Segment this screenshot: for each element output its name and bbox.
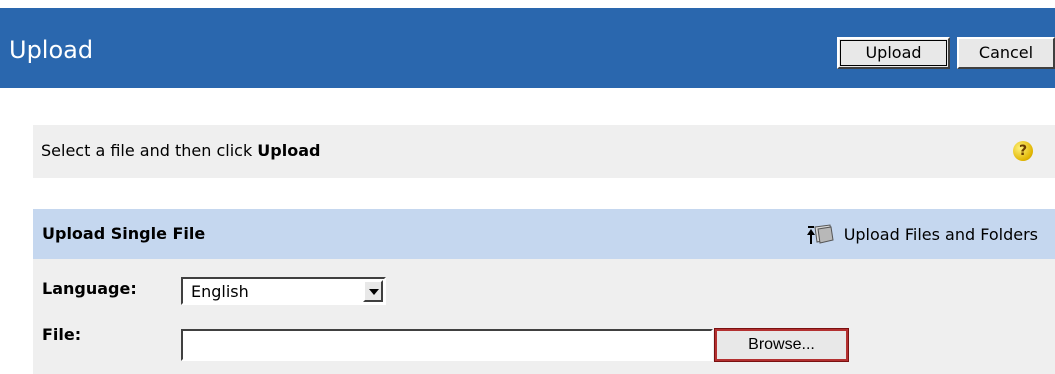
upload-button[interactable]: Upload (837, 37, 950, 69)
upload-folder-icon (806, 223, 834, 245)
instruction-text-bold: Upload (257, 141, 321, 160)
browse-button[interactable]: Browse... (714, 328, 849, 362)
chevron-down-icon[interactable] (363, 280, 383, 302)
language-select[interactable]: English (181, 277, 386, 305)
upload-files-and-folders-label: Upload Files and Folders (843, 224, 1038, 244)
cancel-button[interactable]: Cancel (957, 37, 1055, 69)
file-path-input[interactable] (181, 329, 713, 361)
instruction-text: Select a file and then click Upload (41, 141, 320, 160)
help-icon[interactable]: ? (1013, 141, 1033, 161)
upload-files-and-folders-link[interactable]: Upload Files and Folders (806, 222, 1038, 246)
panel-title: Upload Single File (42, 224, 206, 243)
panel-header: Upload Single File Upload Files and Fold… (33, 209, 1055, 259)
upload-form: Language: English File: Browse... (33, 259, 1055, 374)
instruction-text-plain: Select a file and then click (41, 141, 258, 160)
language-select-value: English (191, 282, 249, 301)
language-label: Language: (42, 279, 137, 298)
page-title: Upload (9, 36, 94, 64)
file-label: File: (42, 325, 82, 344)
header-bar: Upload Upload Cancel (0, 8, 1055, 88)
instruction-bar: Select a file and then click Upload ? (33, 125, 1055, 178)
